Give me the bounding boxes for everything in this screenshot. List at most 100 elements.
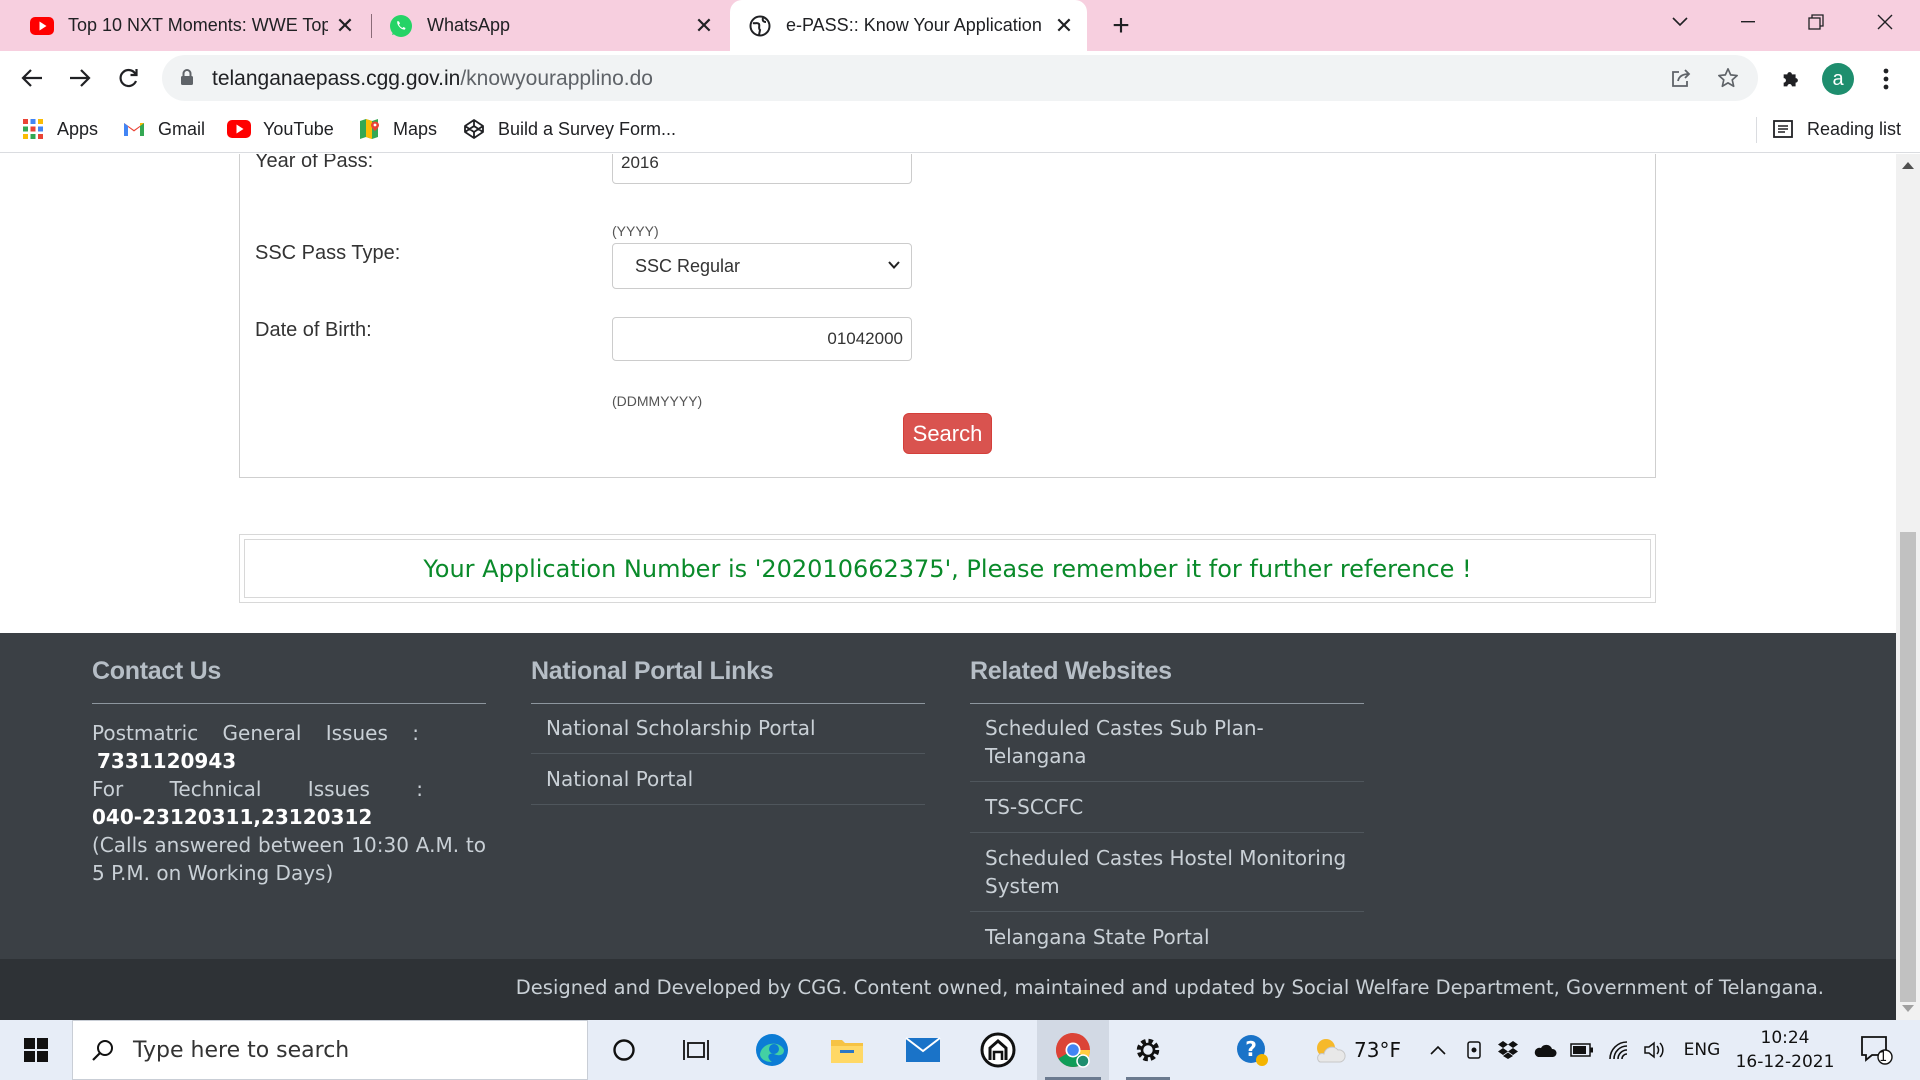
minimize-icon[interactable] — [1718, 0, 1778, 44]
language-indicator[interactable]: ENG — [1682, 1020, 1722, 1080]
lock-icon[interactable] — [180, 68, 194, 86]
share-icon[interactable] — [1668, 65, 1694, 91]
clock-time: 10:24 — [1760, 1028, 1810, 1048]
ssc-pass-type-label: SSC Pass Type: — [255, 242, 401, 264]
dropbox-icon[interactable] — [1496, 1020, 1520, 1080]
search-button[interactable]: Search — [903, 413, 992, 454]
link-telangana-state-portal[interactable]: Telangana State Portal — [970, 912, 1364, 963]
tab-title: Top 10 NXT Moments: WWE Top — [68, 15, 328, 35]
gmail-icon — [122, 117, 146, 141]
reload-icon[interactable] — [109, 59, 147, 97]
scrollbar-thumb[interactable] — [1900, 532, 1916, 1002]
contact-hours-note: (Calls answered between 10:30 A.M. to 5 … — [92, 833, 486, 885]
tab-epass[interactable]: e-PASS:: Know Your Application N ✕ — [730, 0, 1087, 51]
reading-list-icon — [1771, 117, 1795, 141]
bookmarks-divider — [1756, 117, 1757, 143]
dob-format-hint: (DDMMYYYY) — [612, 393, 703, 409]
related-websites-list: Scheduled Castes Sub Plan-Telangana TS-S… — [970, 703, 1364, 963]
tray-chevron-up-icon[interactable] — [1426, 1020, 1450, 1080]
postmatric-label: Postmatric General Issues : — [92, 721, 419, 745]
close-window-icon[interactable] — [1855, 0, 1915, 44]
app-circle-icon[interactable] — [972, 1020, 1024, 1080]
url-host: telanganaepass.cgg.gov.in — [212, 67, 461, 90]
bookmark-survey-form[interactable]: Build a Survey Form... — [462, 115, 676, 143]
weather-temperature: 73°F — [1354, 1038, 1401, 1062]
year-of-pass-label: Year of Pass: — [255, 154, 374, 172]
link-sc-sub-plan[interactable]: Scheduled Castes Sub Plan-Telangana — [970, 703, 1364, 782]
wifi-icon[interactable] — [1606, 1020, 1632, 1080]
new-tab-button[interactable]: + — [1105, 9, 1137, 42]
globe-icon — [748, 14, 772, 38]
weather-widget[interactable]: 73°F — [1312, 1020, 1412, 1080]
help-icon[interactable]: ? — [1226, 1020, 1278, 1080]
date-of-birth-value: 01042000 — [827, 329, 903, 348]
technical-label: For Technical Issues : — [92, 777, 424, 801]
windows-taskbar: Type here to search ? 73°F ENG 10:24 16-… — [0, 1020, 1920, 1080]
meet-now-icon[interactable] — [1462, 1020, 1486, 1080]
site-footer: Contact Us Postmatric General Issues : 7… — [0, 633, 1896, 963]
link-hostel-monitoring[interactable]: Scheduled Castes Hostel Monitoring Syste… — [970, 833, 1364, 912]
browser-toolbar: telanganaepass.cgg.gov.in/knowyourapplin… — [0, 51, 1920, 105]
tab-separator — [371, 14, 372, 38]
back-arrow-icon[interactable] — [13, 59, 51, 97]
close-tab-icon[interactable]: ✕ — [691, 13, 717, 39]
volume-icon[interactable] — [1641, 1020, 1667, 1080]
start-windows-icon[interactable] — [10, 1020, 62, 1080]
bookmark-star-icon[interactable] — [1715, 65, 1741, 91]
bookmark-maps[interactable]: Maps — [357, 115, 437, 143]
bookmark-apps[interactable]: Apps — [21, 115, 98, 143]
bookmark-gmail[interactable]: Gmail — [122, 115, 205, 143]
bookmark-youtube[interactable]: YouTube — [227, 115, 334, 143]
taskbar-search-box[interactable]: Type here to search — [72, 1020, 588, 1080]
chrome-taskbar-button[interactable] — [1037, 1020, 1109, 1080]
notification-center-icon[interactable]: 1 — [1852, 1020, 1902, 1080]
bookmark-label: Build a Survey Form... — [498, 118, 677, 139]
file-explorer-icon[interactable] — [821, 1020, 873, 1080]
settings-gear-icon[interactable] — [1122, 1020, 1174, 1080]
close-tab-icon[interactable]: ✕ — [332, 13, 358, 39]
bookmark-label: Apps — [57, 118, 99, 139]
ssc-pass-type-select[interactable]: SSC Regular — [612, 243, 912, 289]
link-national-scholarship-portal[interactable]: National Scholarship Portal — [531, 703, 925, 754]
clock-date: 16-12-2021 — [1735, 1052, 1835, 1072]
date-of-birth-input[interactable]: 01042000 — [612, 317, 912, 361]
page-scrollbar[interactable] — [1896, 154, 1920, 1020]
year-format-hint: (YYYY) — [612, 223, 659, 239]
tab-youtube[interactable]: Top 10 NXT Moments: WWE Top ✕ — [16, 0, 368, 51]
scroll-up-arrow-icon[interactable] — [1902, 162, 1914, 169]
tab-title: WhatsApp — [427, 15, 511, 35]
restore-icon[interactable] — [1786, 0, 1846, 44]
bookmark-label: Maps — [393, 118, 438, 139]
tab-whatsapp[interactable]: WhatsApp ✕ — [375, 0, 727, 51]
language-text: ENG — [1683, 1040, 1721, 1060]
copyright-bar: Designed and Developed by CGG. Content o… — [0, 959, 1896, 1020]
youtube-icon — [227, 117, 251, 141]
apps-grid-icon — [21, 117, 45, 141]
forward-arrow-icon[interactable] — [61, 59, 99, 97]
mail-icon[interactable] — [897, 1020, 949, 1080]
reading-list-button[interactable]: Reading list — [1771, 115, 1901, 143]
cortana-circle-icon[interactable] — [598, 1020, 650, 1080]
edge-browser-icon[interactable] — [746, 1020, 798, 1080]
national-portal-heading: National Portal Links — [531, 657, 774, 685]
task-view-icon[interactable] — [670, 1020, 722, 1080]
partly-sunny-icon — [1312, 1036, 1346, 1064]
year-of-pass-input[interactable]: 2016 — [612, 154, 912, 184]
link-ts-sccfc[interactable]: TS-SCCFC — [970, 782, 1364, 833]
scroll-down-arrow-icon[interactable] — [1902, 1005, 1914, 1012]
extensions-puzzle-icon[interactable] — [1775, 63, 1807, 95]
clock[interactable]: 10:24 16-12-2021 — [1734, 1020, 1836, 1080]
profile-avatar[interactable]: a — [1822, 63, 1854, 95]
url-text: telanganaepass.cgg.gov.in/knowyourapplin… — [212, 67, 653, 91]
tab-search-chevron-icon[interactable] — [1650, 0, 1710, 44]
battery-icon[interactable] — [1569, 1020, 1595, 1080]
bookmarks-bar: Apps Gmail YouTube Maps Build a Survey F… — [0, 105, 1920, 153]
phone-number: 7331120943 — [97, 749, 237, 773]
application-number-message: Your Application Number is '202010662375… — [239, 534, 1656, 603]
onedrive-cloud-icon[interactable] — [1532, 1020, 1558, 1080]
close-tab-icon[interactable]: ✕ — [1051, 13, 1077, 39]
address-bar[interactable]: telanganaepass.cgg.gov.in/knowyourapplin… — [162, 55, 1758, 101]
link-national-portal[interactable]: National Portal — [531, 754, 925, 805]
whatsapp-icon — [389, 14, 413, 38]
menu-kebab-icon[interactable] — [1870, 63, 1902, 95]
